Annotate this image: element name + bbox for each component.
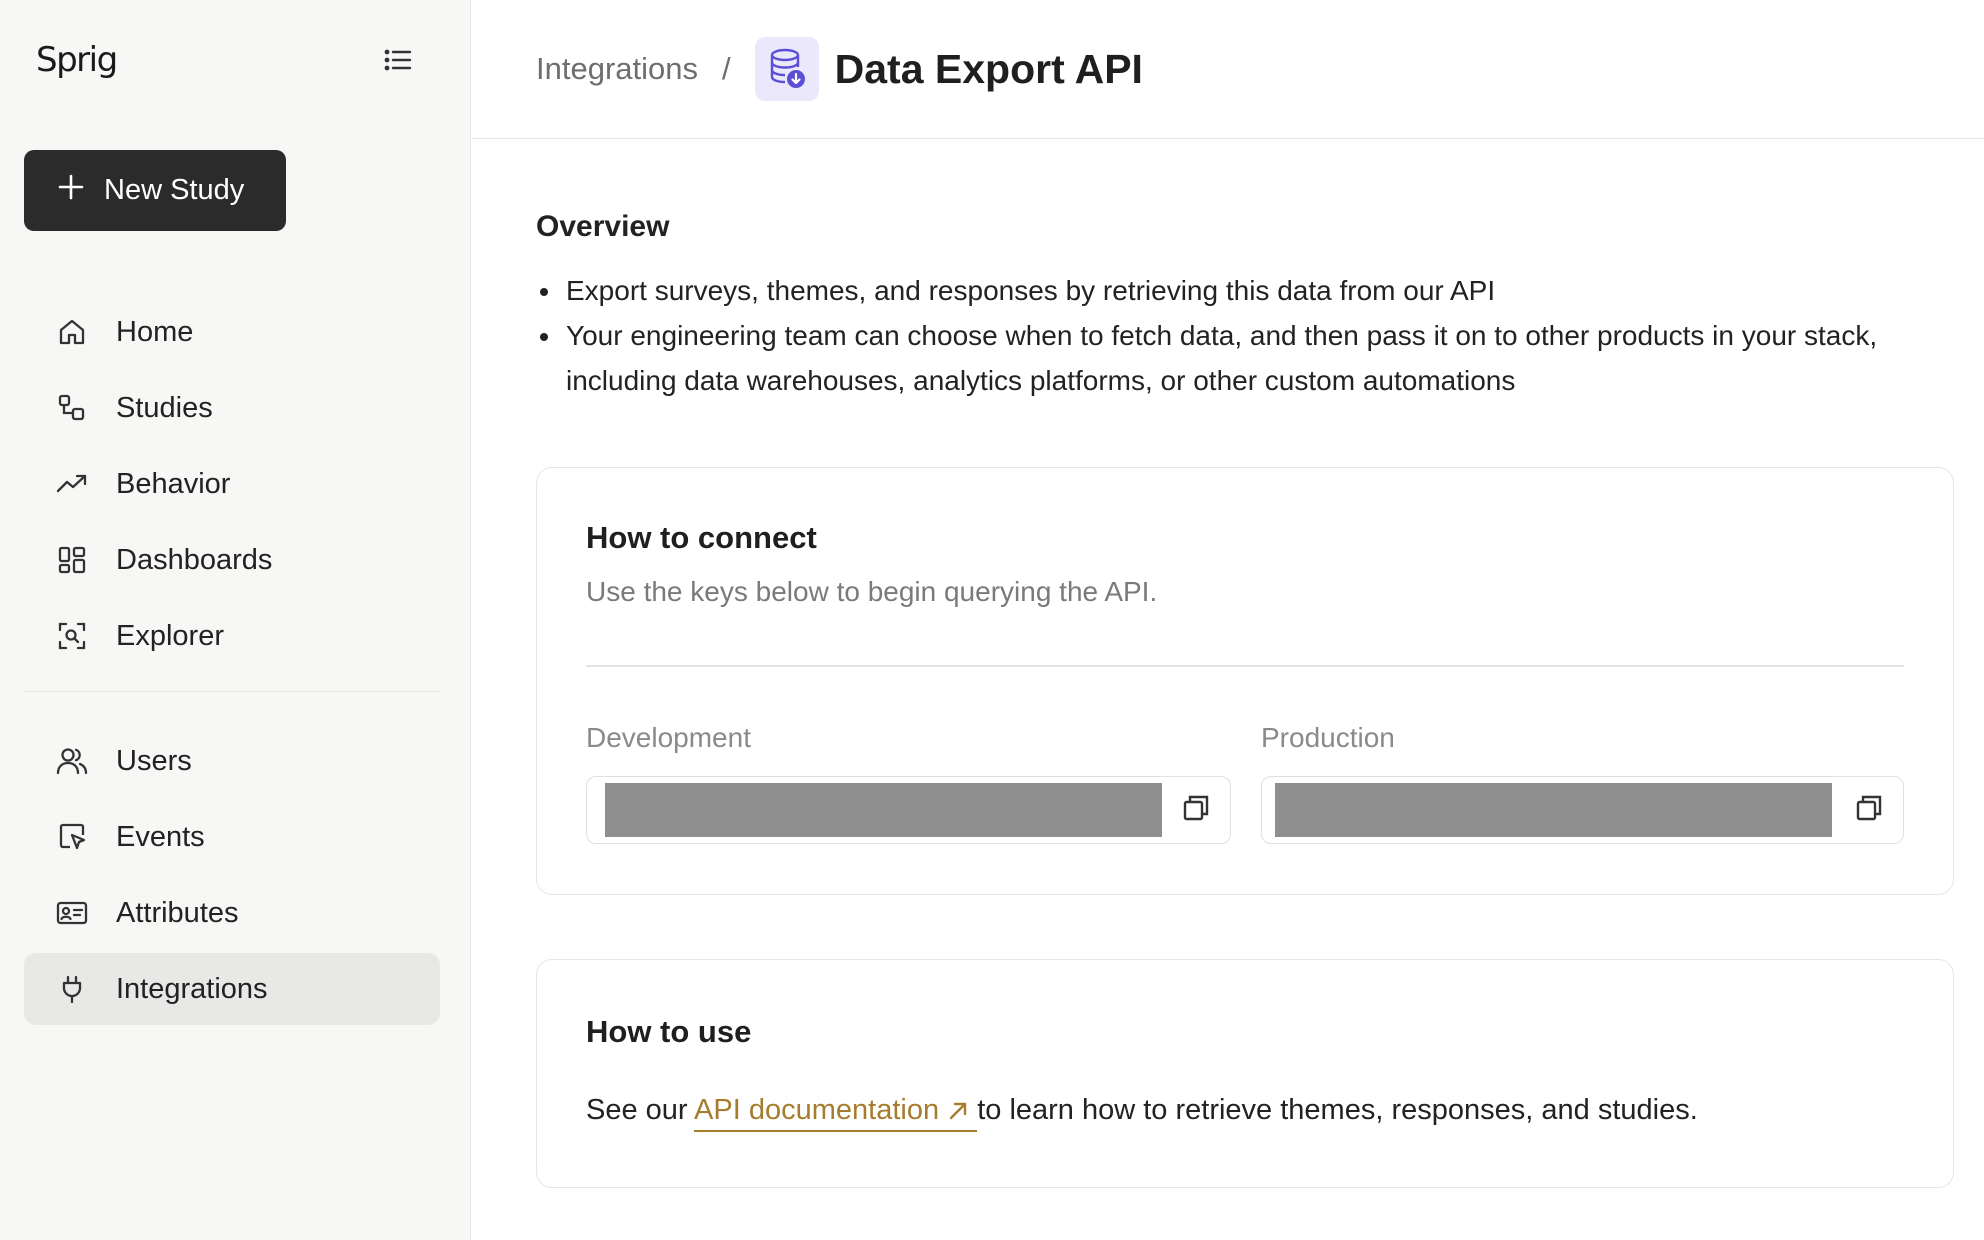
- production-key-field[interactable]: [1261, 776, 1904, 844]
- card-divider: [586, 665, 1904, 667]
- plug-icon: [56, 973, 88, 1005]
- home-icon: [56, 316, 88, 348]
- copy-production-key-button[interactable]: [1852, 793, 1886, 827]
- development-key-field[interactable]: [586, 776, 1231, 844]
- breadcrumb-integrations-link[interactable]: Integrations: [536, 51, 698, 87]
- new-study-label: New Study: [104, 174, 245, 206]
- api-documentation-link[interactable]: API documentation: [694, 1094, 978, 1132]
- how-to-connect-card: How to connect Use the keys below to beg…: [536, 467, 1954, 895]
- new-study-button[interactable]: New Study: [24, 150, 286, 231]
- copy-icon: [1855, 794, 1883, 827]
- users-icon: [56, 745, 88, 777]
- main-content: Integrations / Data Export API Overview …: [472, 0, 1984, 1240]
- overview-heading: Overview: [536, 210, 670, 243]
- sidebar: Sprig New Study Home Studies Behavior Da…: [0, 0, 471, 1240]
- how-to-use-text: See our API documentation to learn how t…: [586, 1094, 1698, 1132]
- studies-icon: [56, 392, 88, 424]
- primary-nav: Home Studies Behavior Dashboards Explore…: [24, 296, 440, 676]
- plus-icon: [58, 174, 84, 208]
- explorer-icon: [56, 620, 88, 652]
- use-text-before: See our: [586, 1094, 695, 1126]
- sidebar-item-label: Attributes: [116, 896, 239, 929]
- database-export-icon: [754, 37, 819, 101]
- development-key-redacted: [605, 783, 1162, 837]
- sidebar-item-explorer[interactable]: Explorer: [24, 600, 440, 672]
- production-key-redacted: [1275, 783, 1832, 837]
- sidebar-item-behavior[interactable]: Behavior: [24, 448, 440, 520]
- copy-development-key-button[interactable]: [1179, 793, 1213, 827]
- list-icon: [384, 48, 412, 77]
- breadcrumb: Integrations / Data Export API: [472, 0, 1984, 139]
- page-title: Data Export API: [834, 45, 1143, 92]
- use-text-after: to learn how to retrieve themes, respons…: [977, 1094, 1698, 1126]
- sidebar-item-dashboards[interactable]: Dashboards: [24, 524, 440, 596]
- sprig-logo[interactable]: Sprig: [36, 40, 118, 80]
- how-to-connect-heading: How to connect: [586, 520, 817, 555]
- sidebar-item-label: Dashboards: [116, 543, 273, 576]
- collapse-sidebar-button[interactable]: [380, 44, 416, 80]
- external-link-arrow-icon: [947, 1094, 977, 1126]
- secondary-nav: Users Events Attributes Integrations: [24, 725, 440, 1029]
- nav-divider: [24, 691, 440, 692]
- sidebar-item-label: Behavior: [116, 467, 231, 500]
- list-item: Export surveys, themes, and responses by…: [536, 268, 1956, 313]
- production-label: Production: [1261, 722, 1395, 753]
- sidebar-item-users[interactable]: Users: [24, 725, 440, 797]
- id-card-icon: [56, 897, 88, 929]
- sidebar-item-label: Home: [116, 315, 194, 348]
- development-label: Development: [586, 722, 751, 753]
- sidebar-item-studies[interactable]: Studies: [24, 372, 440, 444]
- sidebar-item-label: Events: [116, 820, 205, 853]
- sidebar-item-label: Integrations: [116, 972, 268, 1005]
- sidebar-item-label: Studies: [116, 391, 213, 424]
- list-item: Your engineering team can choose when to…: [536, 313, 1956, 403]
- breadcrumb-separator: /: [722, 51, 731, 86]
- cursor-click-icon: [56, 821, 88, 853]
- how-to-connect-subtitle: Use the keys below to begin querying the…: [586, 576, 1158, 607]
- how-to-use-card: How to use See our API documentation to …: [536, 959, 1954, 1188]
- dashboard-icon: [56, 544, 88, 576]
- overview-list: Export surveys, themes, and responses by…: [536, 268, 1956, 403]
- sidebar-item-attributes[interactable]: Attributes: [24, 877, 440, 949]
- sidebar-item-home[interactable]: Home: [24, 296, 440, 368]
- sidebar-item-events[interactable]: Events: [24, 801, 440, 873]
- sidebar-item-label: Explorer: [116, 619, 224, 652]
- api-documentation-label: API documentation: [694, 1094, 940, 1126]
- trending-up-icon: [56, 468, 88, 500]
- sidebar-item-label: Users: [116, 744, 192, 777]
- how-to-use-heading: How to use: [586, 1014, 752, 1049]
- copy-icon: [1182, 794, 1210, 827]
- sidebar-item-integrations[interactable]: Integrations: [24, 953, 440, 1025]
